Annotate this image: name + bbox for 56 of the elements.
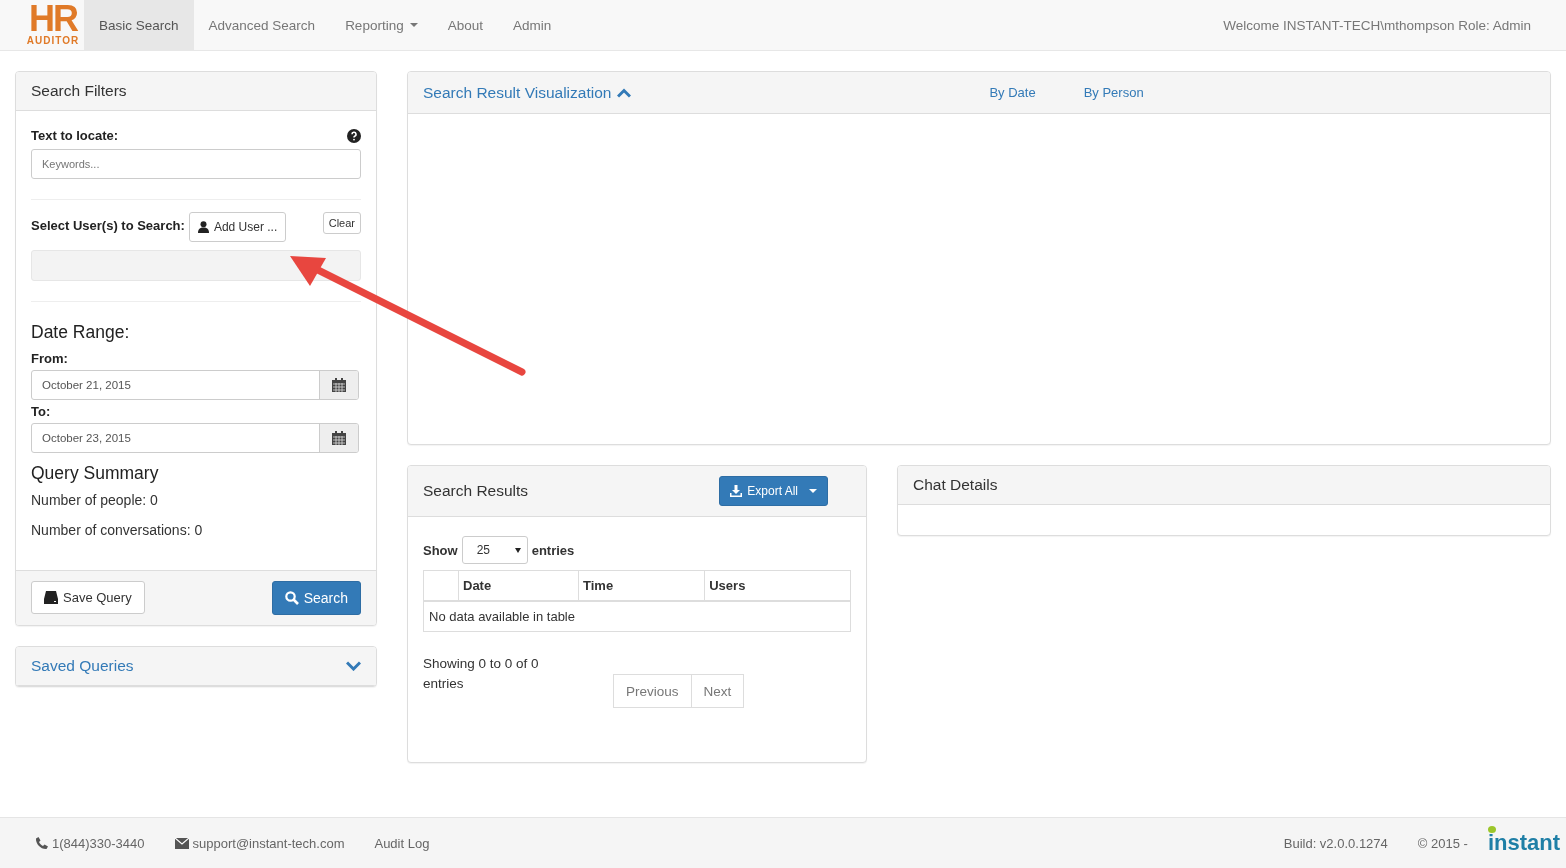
summary-text: Number of conversations: 0 <box>31 522 204 538</box>
panel-title: Search Filters <box>31 82 127 100</box>
audit-log-link[interactable]: Audit Log <box>374 835 430 851</box>
search-icon <box>284 591 299 605</box>
date-field[interactable]: October 21, 2015 <box>31 370 359 400</box>
summary-text: Number of people: 0 <box>31 492 159 508</box>
welcome-text: Welcome INSTANT-TECH\mthompson Role: Admin <box>1223 17 1532 33</box>
panel-title: Chat Details <box>913 476 998 494</box>
show-label: Show <box>423 542 458 558</box>
field-label: Text to locate: <box>31 128 119 143</box>
copyright-text: © 2015 - <box>1417 835 1468 851</box>
date-field[interactable]: October 23, 2015 <box>31 423 359 453</box>
chevron-icon[interactable] <box>346 661 361 671</box>
nav-tab[interactable]: Basic Search <box>84 0 194 50</box>
entries-label: entries <box>531 542 575 558</box>
chevron-icon[interactable] <box>617 87 632 98</box>
section-heading: Query Summary <box>31 463 160 484</box>
nav-tab[interactable]: About <box>432 0 498 50</box>
field-label: From: <box>31 351 69 366</box>
export-button[interactable]: Export All <box>719 476 828 506</box>
nav-tab[interactable]: Admin <box>497 0 567 50</box>
add-user-button[interactable]: Add User ... <box>188 212 287 242</box>
panel-title: Search Results <box>423 482 529 500</box>
help-icon[interactable] <box>347 128 361 143</box>
view-tab[interactable]: By Date <box>989 85 1036 100</box>
entries-info: Showing 0 to 0 of 0 entries <box>423 655 540 693</box>
phone-icon <box>35 836 48 850</box>
field-label: To: <box>31 404 52 419</box>
section-heading: Date Range: <box>31 322 131 343</box>
email-link[interactable]: support@instant-tech.com <box>192 835 345 851</box>
search-button[interactable]: Search <box>271 581 361 615</box>
user-icon <box>197 221 209 233</box>
view-tab[interactable]: By Person <box>1083 85 1144 100</box>
panel-title[interactable]: Saved Queries <box>31 657 134 675</box>
build-version: Build: v2.0.0.1274 <box>1283 835 1388 851</box>
nav-tab[interactable]: Advanced Search <box>193 0 331 50</box>
clear-button[interactable]: Clear <box>322 212 361 234</box>
page-size-select[interactable]: 25 <box>461 536 528 564</box>
calendar-icon[interactable] <box>332 431 346 445</box>
column-header[interactable]: Users <box>704 570 851 601</box>
drive-icon <box>44 591 58 604</box>
download-icon <box>730 485 743 497</box>
save-query-button[interactable]: Save Query <box>31 581 145 614</box>
panel-title[interactable]: Search Result Visualization <box>423 83 612 102</box>
logo-text[interactable]: HR <box>29 3 77 35</box>
logo-subtitle: AUDITOR <box>26 35 80 47</box>
field-label: Select User(s) to Search: <box>31 218 185 233</box>
nav-tab[interactable]: Reporting <box>330 0 433 50</box>
column-header[interactable]: Time <box>578 570 705 601</box>
envelope-icon <box>174 837 189 849</box>
column-header[interactable]: Date <box>458 570 579 601</box>
saved-queries-panel[interactable]: Saved Queries <box>15 646 377 687</box>
keywords-field[interactable]: Keywords... <box>31 149 361 179</box>
calendar-icon[interactable] <box>332 378 346 392</box>
phone-number: 1(844)330-3440 <box>52 835 145 851</box>
empty-table-message: No data available in table <box>423 601 851 632</box>
